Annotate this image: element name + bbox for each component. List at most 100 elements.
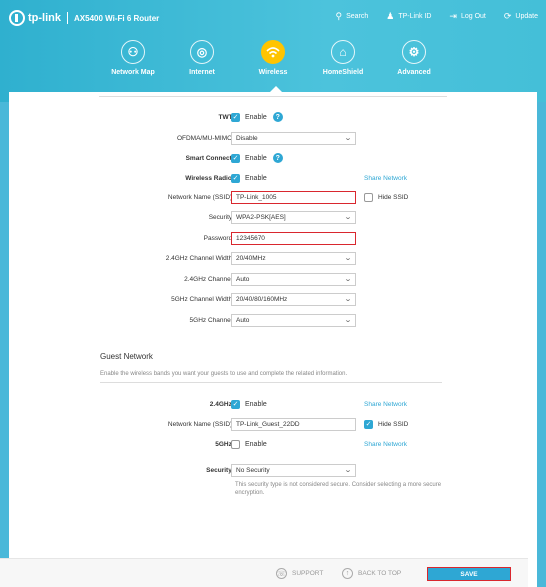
channel-24-row: 2.4GHz Channel: Auto ⌄	[9, 272, 537, 286]
support-icon: ☏	[276, 568, 287, 579]
tab-label: Advanced	[397, 69, 431, 76]
twt-label: TWT:	[218, 113, 234, 121]
home-shield-icon: ⌂	[331, 40, 355, 64]
guest-hide-ssid-checkbox[interactable]: ✓	[364, 419, 373, 429]
guest-5-value: Enable	[245, 440, 267, 448]
share-network-link[interactable]: Share Network	[364, 441, 407, 448]
guest-security-value: No Security	[236, 466, 270, 474]
main-tabs: ⚇ Network Map ◎ Internet Wireless ⌂ Home…	[98, 40, 448, 80]
arrow-up-icon: ↑	[342, 568, 353, 579]
tab-network-map[interactable]: ⚇ Network Map	[98, 40, 168, 76]
chevron-down-icon: ⌄	[343, 467, 353, 474]
twt-value: Enable	[245, 113, 267, 121]
guest-24-checkbox[interactable]: ✓	[231, 399, 240, 409]
channel-5-row: 5GHz Channel: Auto ⌄	[9, 313, 537, 327]
ofdma-row: OFDMA/MU-MIMO: Disable ⌄	[9, 131, 537, 145]
update-label: Update	[515, 13, 538, 20]
password-row: Password: 12345670	[9, 231, 537, 245]
guest-ssid-input[interactable]: TP-Link_Guest_22DD	[231, 417, 356, 431]
guest-24-row: 2.4GHz: ✓ Enable Share Network	[9, 397, 537, 411]
update-link[interactable]: ⟳ Update	[504, 12, 538, 21]
tab-advanced[interactable]: ⚙ Advanced	[379, 40, 449, 76]
ssid-input[interactable]: TP-Link_1005	[231, 190, 356, 204]
chevron-down-icon: ⌄	[343, 214, 353, 221]
hide-ssid-checkbox[interactable]	[364, 192, 373, 202]
channel-width-5-label: 5GHz Channel Width:	[171, 295, 234, 303]
help-icon[interactable]: ?	[272, 153, 283, 163]
channel-width-5-value: 20/40/80/160MHz	[236, 295, 288, 303]
logout-link[interactable]: ⇥ Log Out	[449, 12, 485, 21]
security-warning-note: This security type is not considered sec…	[235, 482, 442, 496]
guest-network-title: Guest Network	[100, 352, 153, 361]
tab-label: HomeShield	[322, 69, 364, 76]
tp-link-id-label: TP-Link ID	[398, 13, 432, 20]
support-link[interactable]: ☏ SUPPORT	[276, 568, 323, 579]
channel-5-select[interactable]: Auto ⌄	[231, 313, 356, 327]
security-label: Security:	[208, 213, 234, 221]
chevron-down-icon: ⌄	[343, 255, 353, 262]
security-select[interactable]: WPA2-PSK[AES] ⌄	[231, 210, 356, 224]
user-icon: ♟	[386, 11, 395, 21]
top-links: ⚲ Search ♟ TP-Link ID ⇥ Log Out ⟳ Update	[317, 12, 538, 21]
chevron-down-icon: ⌄	[343, 276, 353, 283]
channel-24-select[interactable]: Auto ⌄	[231, 272, 356, 286]
guest-24-label: 2.4GHz:	[209, 400, 234, 408]
guest-security-row: Security: No Security ⌄	[9, 463, 537, 477]
ofdma-value: Disable	[236, 134, 258, 142]
logo[interactable]: tp-link AX5400 Wi-Fi 6 Router	[9, 9, 159, 27]
password-input[interactable]: 12345670	[231, 231, 356, 245]
guest-network-description: Enable the wireless bands you want your …	[100, 371, 348, 377]
channel-5-label: 5GHz Channel:	[189, 316, 234, 324]
ofdma-label: OFDMA/MU-MIMO:	[176, 134, 234, 142]
save-button[interactable]: SAVE	[427, 567, 511, 581]
hide-ssid-option[interactable]: Hide SSID	[364, 192, 409, 202]
channel-width-5-row: 5GHz Channel Width: 20/40/80/160MHz ⌄	[9, 292, 537, 306]
search-link[interactable]: ⚲ Search	[335, 12, 368, 21]
divider	[99, 96, 447, 97]
channel-width-24-select[interactable]: 20/40MHz ⌄	[231, 251, 356, 265]
share-network-link[interactable]: Share Network	[364, 175, 407, 182]
channel-width-24-label: 2.4GHz Channel Width:	[165, 254, 234, 262]
guest-5-label: 5GHz:	[215, 440, 234, 448]
help-icon[interactable]: ?	[272, 112, 283, 122]
wireless-radio-checkbox[interactable]: ✓	[231, 173, 240, 183]
guest-5-row: 5GHz: Enable Share Network	[9, 437, 537, 451]
ofdma-select[interactable]: Disable ⌄	[231, 131, 356, 145]
tab-internet[interactable]: ◎ Internet	[167, 40, 237, 76]
tab-wireless[interactable]: Wireless	[238, 40, 308, 76]
tab-label: Internet	[189, 69, 215, 76]
ssid-row: Network Name (SSID): TP-Link_1005 Hide S…	[9, 190, 537, 204]
divider	[67, 12, 68, 24]
guest-hide-ssid-option[interactable]: ✓ Hide SSID	[364, 419, 408, 429]
footer: ☏ SUPPORT ↑ BACK TO TOP SAVE	[0, 558, 528, 587]
search-icon: ⚲	[335, 11, 343, 21]
globe-icon: ◎	[190, 40, 214, 64]
chevron-down-icon: ⌄	[343, 296, 353, 303]
guest-5-checkbox[interactable]	[231, 439, 240, 449]
wireless-radio-label: Wireless Radio:	[185, 174, 234, 182]
back-to-top-label: BACK TO TOP	[358, 570, 402, 577]
hide-ssid-label: Hide SSID	[378, 193, 409, 201]
ssid-label: Network Name (SSID):	[167, 193, 234, 201]
brand-name: tp-link	[28, 12, 61, 24]
wireless-settings-panel: TWT: ✓ Enable ? OFDMA/MU-MIMO: Disable ⌄…	[9, 92, 537, 587]
smart-connect-checkbox[interactable]: ✓	[231, 153, 240, 163]
smart-connect-value: Enable	[245, 154, 267, 162]
twt-checkbox[interactable]: ✓	[231, 112, 240, 122]
model-name: AX5400 Wi-Fi 6 Router	[74, 13, 160, 23]
guest-security-select[interactable]: No Security ⌄	[231, 463, 356, 477]
wireless-radio-row: Wireless Radio: ✓ Enable Share Network	[9, 171, 537, 185]
back-to-top-link[interactable]: ↑ BACK TO TOP	[342, 568, 401, 579]
channel-24-value: Auto	[236, 275, 250, 283]
logout-label: Log Out	[460, 13, 486, 20]
support-label: SUPPORT	[292, 570, 324, 577]
tp-link-id-link[interactable]: ♟ TP-Link ID	[386, 12, 431, 21]
tab-homeshield[interactable]: ⌂ HomeShield	[308, 40, 378, 76]
wifi-icon	[261, 40, 285, 64]
update-icon: ⟳	[503, 11, 512, 21]
guest-ssid-row: Network Name (SSID): TP-Link_Guest_22DD …	[9, 417, 537, 431]
channel-width-5-select[interactable]: 20/40/80/160MHz ⌄	[231, 292, 356, 306]
logout-icon: ⇥	[449, 11, 457, 21]
tab-label: Wireless	[258, 69, 288, 76]
share-network-link[interactable]: Share Network	[364, 401, 407, 408]
